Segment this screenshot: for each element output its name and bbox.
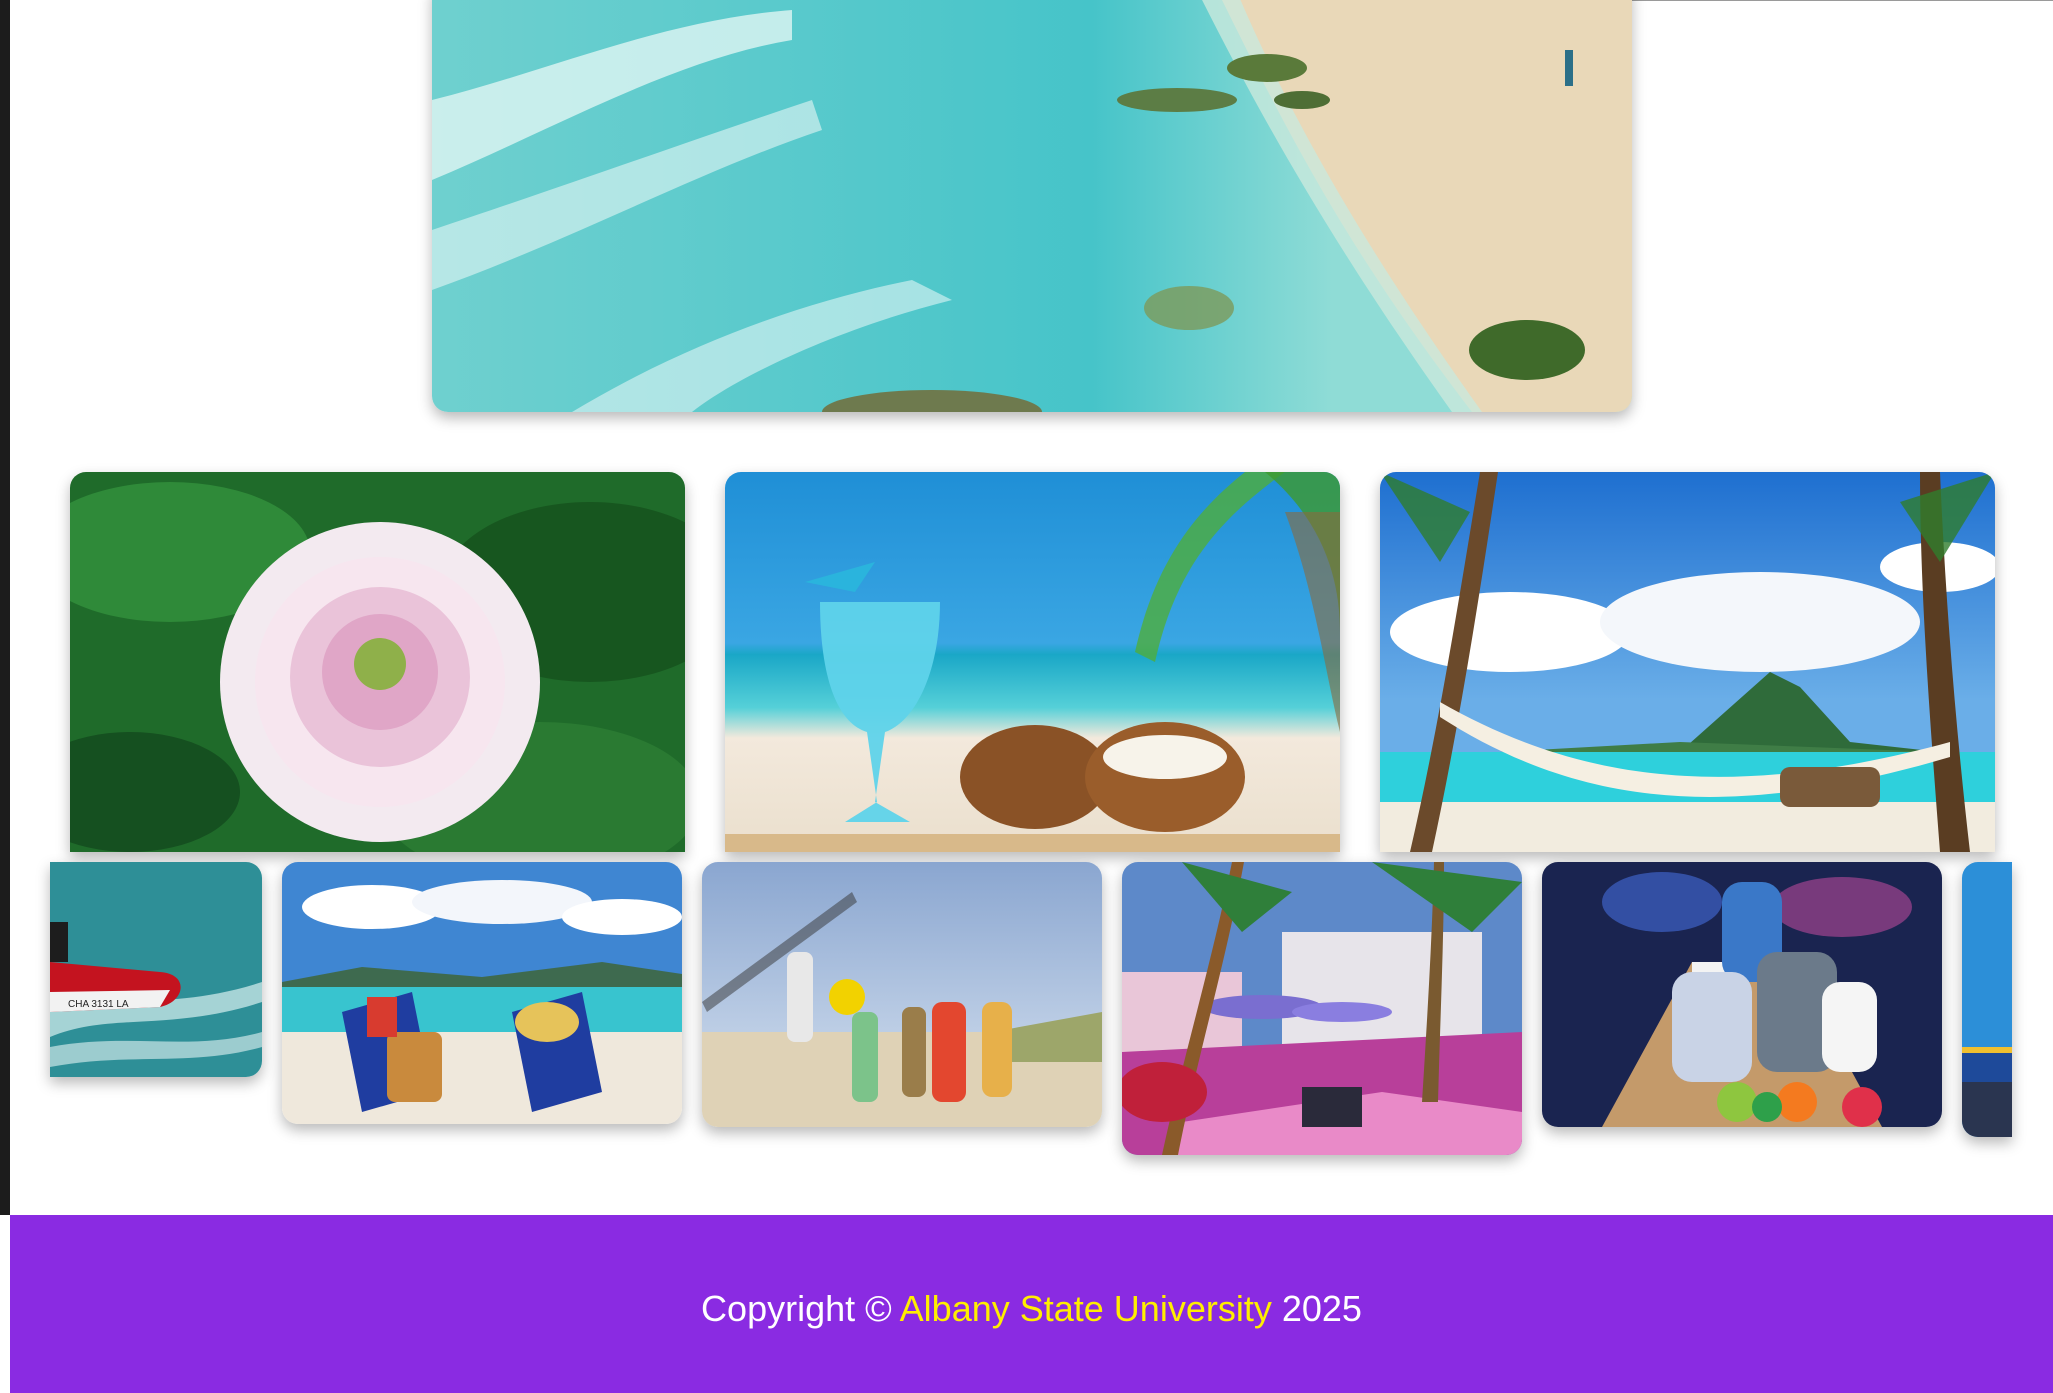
cocktail-coconut-photo — [725, 472, 1340, 852]
dahlia-flower-photo — [70, 472, 685, 852]
jet-ski-photo: CHA 3131 LA — [50, 862, 262, 1077]
copyright-prefix: Copyright © — [701, 1288, 892, 1329]
family-bowling-photo — [1542, 862, 1942, 1127]
site-footer: Copyright © Albany State University 2025 — [10, 1215, 2053, 1393]
copyright-notice: Copyright © Albany State University 2025 — [10, 1291, 2053, 1327]
window-edge — [0, 0, 10, 1215]
organization-link[interactable]: Albany State University — [900, 1288, 1272, 1329]
hammock-lagoon-photo — [1380, 472, 1995, 852]
beach-chairs-photo — [282, 862, 682, 1124]
jet-ski-registration: CHA 3131 LA — [68, 999, 129, 1010]
resort-plaza-photo — [1122, 862, 1522, 1155]
hero-beach-photo — [432, 0, 1632, 412]
copyright-year: 2025 — [1281, 1288, 1362, 1329]
beach-volleyball-photo — [702, 862, 1102, 1127]
top-divider — [1631, 0, 2053, 1]
blue-pier-photo — [1962, 862, 2012, 1137]
